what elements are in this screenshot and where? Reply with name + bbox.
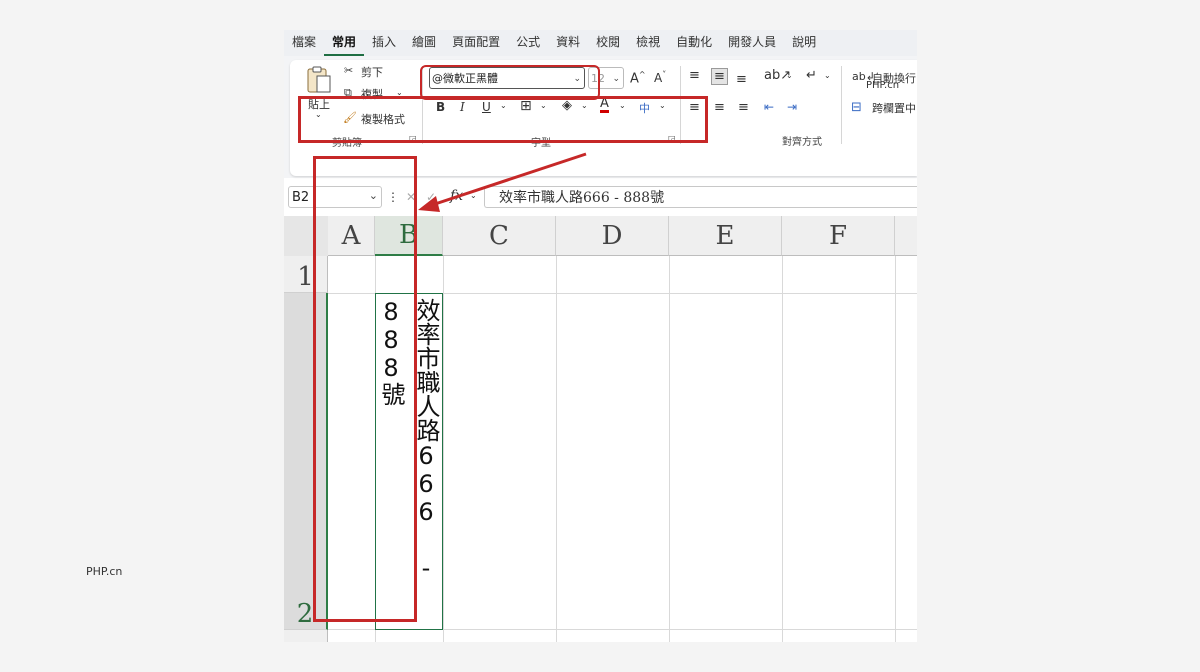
arrow-line	[425, 152, 587, 209]
arrow-head	[418, 196, 440, 212]
annotation-arrow	[418, 152, 587, 212]
excel-window: 檔案 常用 插入 繪圖 頁面配置 公式 資料 校閱 檢視 自動化 開發人員 說明…	[284, 30, 917, 642]
watermark-left: PHP.cn	[86, 565, 123, 578]
